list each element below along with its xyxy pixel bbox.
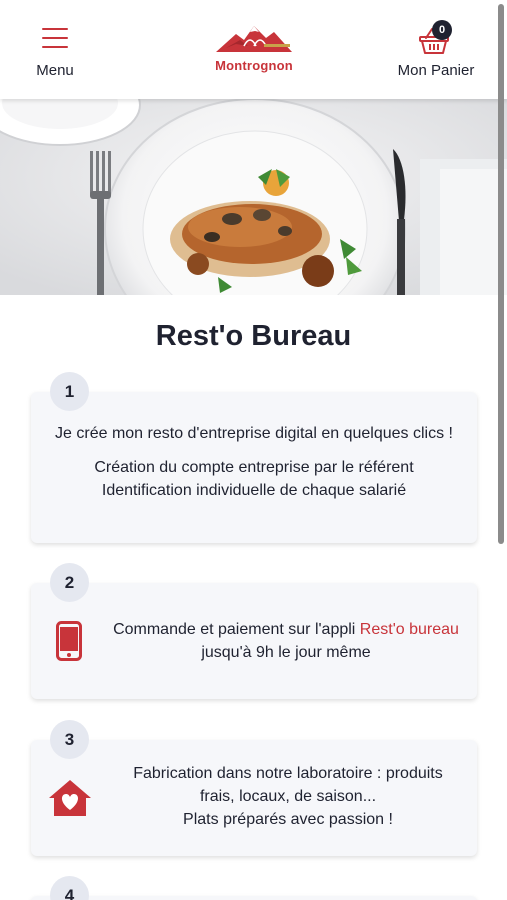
app-name-link[interactable]: Rest'o bureau (360, 621, 459, 638)
step-number-badge: 1 (50, 372, 89, 411)
step-card-2: Commande et paiement sur l'appli Rest'o … (31, 583, 477, 699)
step-card-1: Je crée mon resto d'entreprise digital e… (31, 392, 477, 543)
brand-name: Montrognon (215, 58, 293, 73)
step-1-description: Création du compte entreprise par le réf… (94, 459, 414, 499)
smartphone-icon (56, 621, 82, 661)
step-1-title: Je crée mon resto d'entreprise digital e… (55, 425, 453, 442)
mountain-logo-icon (216, 26, 292, 52)
menu-button[interactable]: Menu (22, 22, 88, 82)
step-card-4 (31, 896, 477, 900)
step-number-badge: 2 (50, 563, 89, 602)
hamburger-icon (42, 28, 68, 48)
page-title: Rest'o Bureau (155, 320, 352, 352)
brand-logo[interactable]: Montrognon (200, 22, 308, 80)
step-2-text-end: jusqu'à 9h le jour même (201, 644, 371, 661)
page-scrollbar[interactable] (498, 4, 504, 544)
home-heart-icon (49, 780, 91, 816)
cart-button[interactable]: 0 Mon Panier (388, 18, 484, 82)
step-number-badge: 4 (50, 876, 89, 900)
step-number-badge: 3 (50, 720, 89, 759)
food-plate-illustration (0, 99, 507, 295)
cart-label: Mon Panier (397, 62, 475, 79)
step-3-description: Plats préparés avec passion ! (183, 811, 393, 828)
hero-image (0, 99, 507, 295)
step-card-3: Fabrication dans notre laboratoire : pro… (31, 740, 477, 856)
cart-count-badge: 0 (432, 20, 452, 40)
step-3-title: Fabrication dans notre laboratoire : pro… (133, 765, 443, 805)
menu-label: Menu (36, 62, 74, 79)
step-2-text-start: Commande et paiement sur l'appli (113, 621, 360, 638)
app-header: Menu Montrognon 0 Mon Panier (0, 0, 507, 99)
